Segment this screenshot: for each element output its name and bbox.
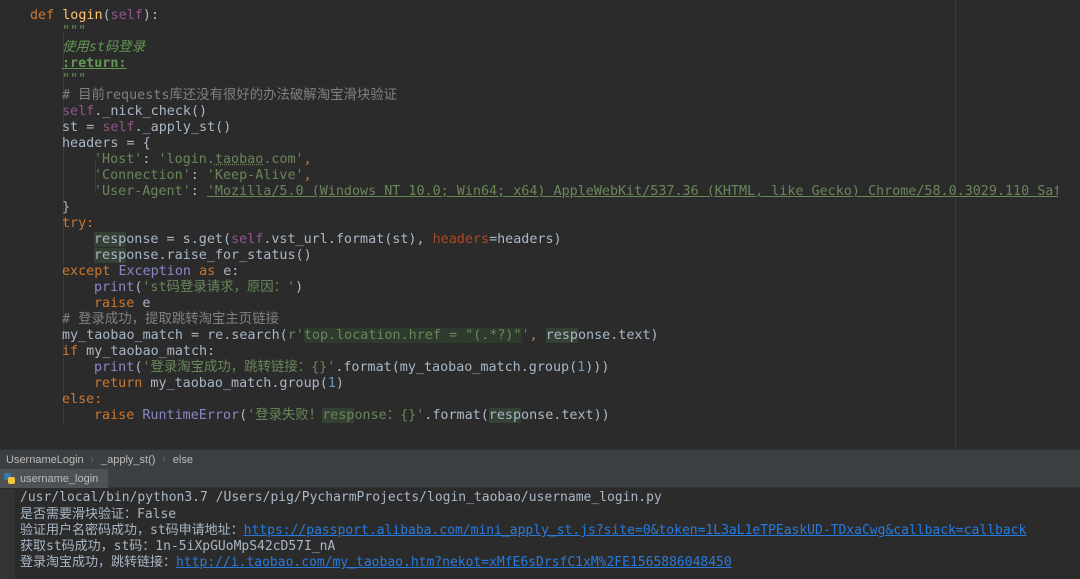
run-tab-label: username_login: [20, 472, 99, 485]
code-line-header-host: 'Host': 'login.taobao.com',: [94, 152, 312, 167]
code-editor[interactable]: def login(self): """ 使用st码登录 :return: ""…: [0, 0, 1080, 449]
code-line-nick-check: self._nick_check(): [62, 104, 208, 119]
chevron-right-icon: ›: [162, 454, 166, 465]
code-line-try: try:: [62, 216, 95, 231]
console-line-st-apply: 验证用户名密码成功，st码申请地址：https://passport.aliba…: [20, 523, 1027, 538]
editor-scrollbar[interactable]: [1058, 0, 1080, 449]
run-tab-bar: username_login: [0, 469, 1080, 488]
code-line-headers-open: headers = {: [62, 136, 151, 151]
code-line-def: def login(self):: [30, 8, 159, 23]
console-line-st-code: 获取st码成功，st码：1n-5iXpGUoMpS42cD57I_nA: [20, 539, 336, 554]
code-line-apply-st: st = self._apply_st(): [62, 120, 232, 135]
code-line-docstring-close: """: [62, 72, 87, 87]
code-line-print-error: print('st码登录请求，原因：'): [94, 280, 304, 295]
code-line-print-success: print('登录淘宝成功，跳转链接：{}'.format(my_taobao_…: [94, 360, 610, 375]
code-line-get-request: response = s.get(self.vst_url.format(st)…: [94, 232, 562, 247]
console-link-apply-st[interactable]: https://passport.alibaba.com/mini_apply_…: [244, 523, 1027, 538]
code-line-comment-1: # 目前requests库还没有很好的办法破解淘宝滑块验证: [62, 88, 398, 103]
breadcrumb-item-else[interactable]: else: [169, 454, 197, 466]
code-line-docstring-tag: :return:: [62, 56, 127, 71]
chevron-right-icon: ›: [90, 454, 94, 465]
code-line-except: except Exception as e:: [62, 264, 240, 279]
run-tab-username-login[interactable]: username_login: [0, 469, 109, 488]
run-toolbar-gutter: [0, 489, 15, 579]
code-line-header-connection: 'Connection': 'Keep-Alive',: [94, 168, 312, 183]
code-line-raise-for-status: response.raise_for_status(): [94, 248, 312, 263]
code-line-if: if my_taobao_match:: [62, 344, 216, 359]
console-line-login-success: 登录淘宝成功，跳转链接：http://i.taobao.com/my_taoba…: [20, 555, 732, 570]
right-margin-guide: [955, 0, 956, 449]
code-line-return: return my_taobao_match.group(1): [94, 376, 344, 391]
code-line-headers-close: }: [62, 200, 71, 215]
console-link-my-taobao[interactable]: http://i.taobao.com/my_taobao.htm?nekot=…: [176, 555, 732, 570]
code-line-comment-2: # 登录成功，提取跳转淘宝主页链接: [62, 312, 279, 327]
console-line-slider-check: 是否需要滑块验证：False: [20, 507, 177, 522]
breadcrumb: UsernameLogin › _apply_st() › else: [0, 449, 1080, 469]
code-line-raise-e: raise e: [94, 296, 151, 311]
code-line-raise-runtime: raise RuntimeError('登录失败！response：{}'.fo…: [94, 408, 610, 423]
code-line-re-search: my_taobao_match = re.search(r'top.locati…: [62, 328, 659, 343]
breadcrumb-item-method[interactable]: _apply_st(): [97, 454, 159, 466]
code-line-else: else:: [62, 392, 103, 407]
breadcrumb-item-class[interactable]: UsernameLogin: [2, 454, 88, 466]
console-line-command: /usr/local/bin/python3.7 /Users/pig/Pych…: [20, 490, 662, 505]
code-line-docstring-text: 使用st码登录: [62, 40, 146, 55]
run-panel: username_login /usr/local/bin/python3.7 …: [0, 469, 1080, 579]
python-file-icon: [4, 473, 15, 484]
code-line-header-user-agent: 'User-Agent': 'Mozilla/5.0 (Windows NT 1…: [94, 184, 1080, 199]
code-line-docstring-open: """: [62, 24, 87, 39]
